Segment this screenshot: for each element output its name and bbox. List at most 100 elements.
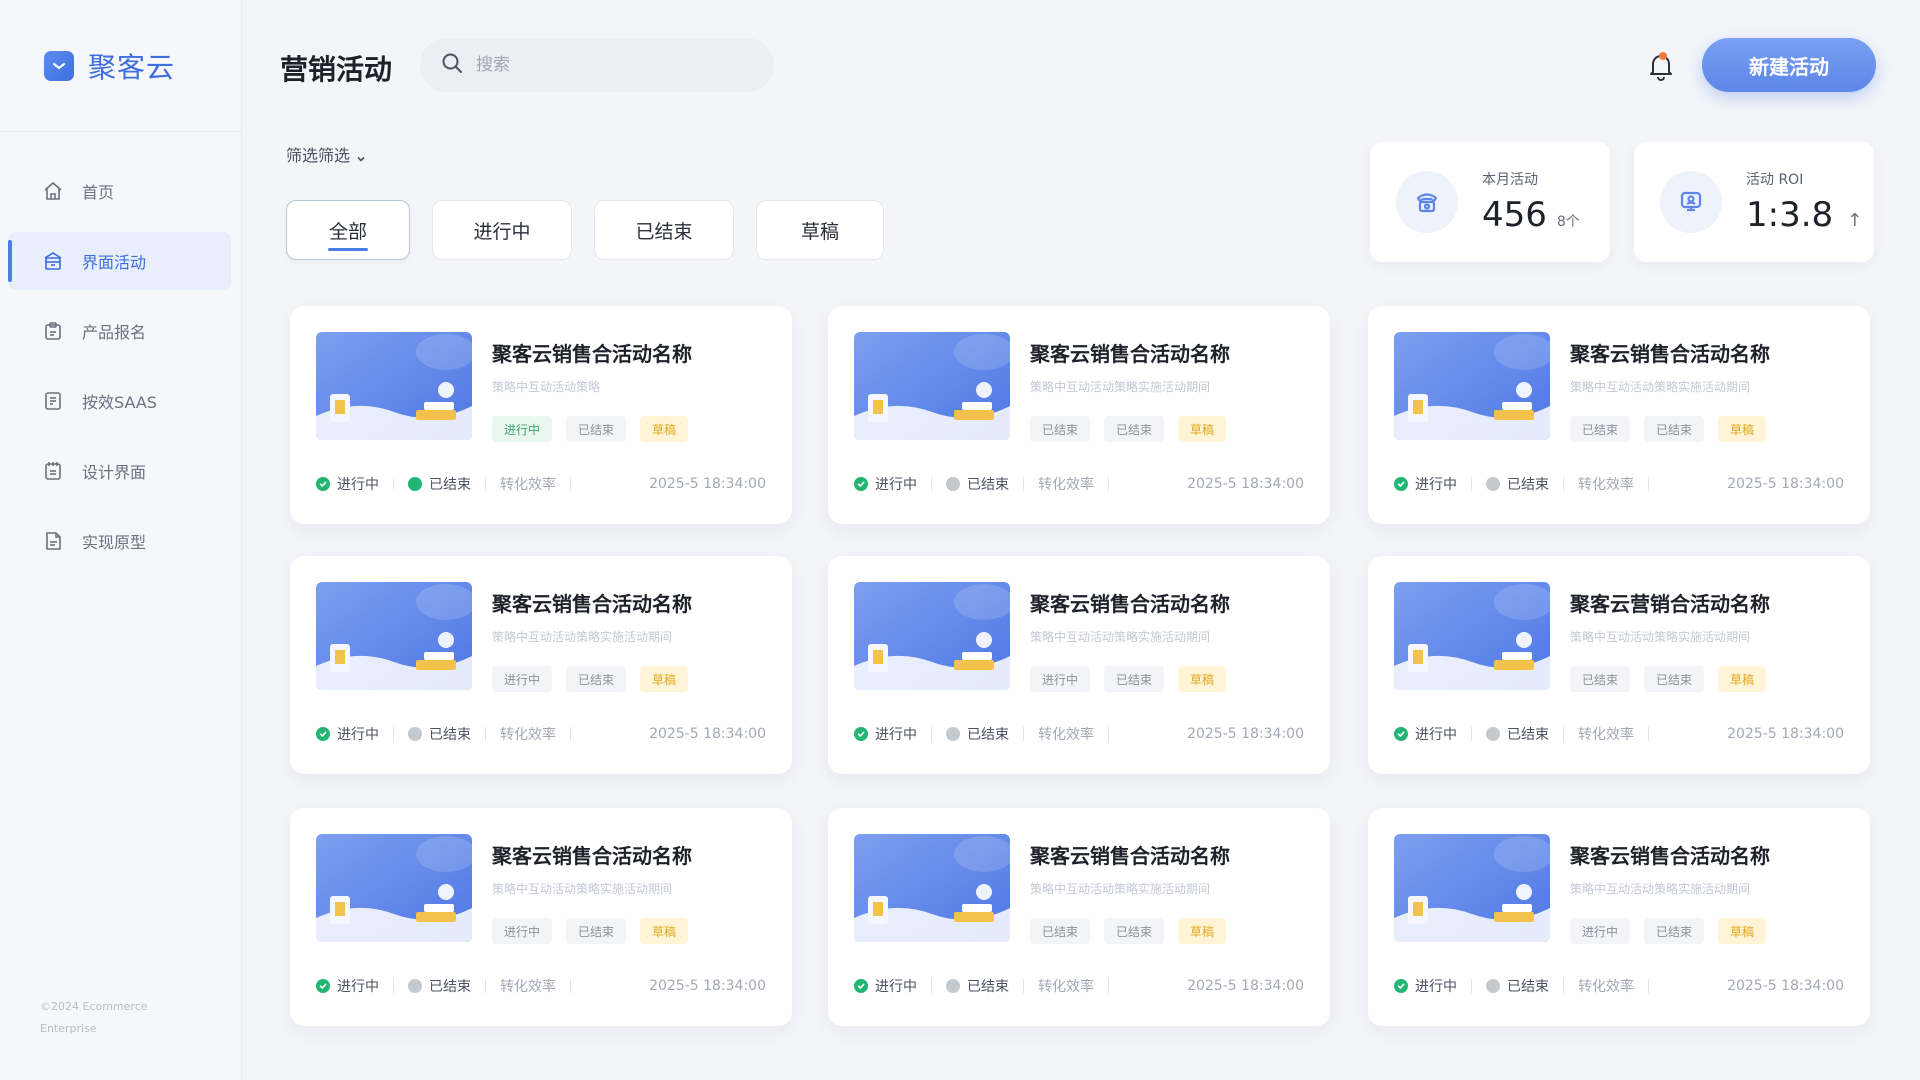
card-tags: 进行中 已结束 草稿 bbox=[492, 666, 702, 692]
tag-badge: 已结束 bbox=[1570, 666, 1631, 692]
phone-icon bbox=[1396, 171, 1458, 233]
tag-badge: 已结束 bbox=[1570, 416, 1631, 442]
status-in-progress: 进行中 bbox=[316, 724, 379, 744]
status-dot-icon bbox=[946, 477, 960, 491]
document-icon bbox=[42, 390, 64, 412]
stat-value: 1:3.8 bbox=[1746, 195, 1834, 235]
activity-card[interactable]: 聚客云销售合活动名称 策略中互动活动策略实施活动期间 进行中 已结束 草稿 进行中 已结束转… bbox=[1368, 808, 1870, 1026]
tag-badge: 草稿 bbox=[640, 918, 689, 944]
search-box[interactable] bbox=[420, 38, 774, 92]
search-input[interactable] bbox=[476, 55, 756, 75]
status-dot-icon bbox=[1486, 727, 1500, 741]
sidebar-item-activities[interactable]: 界面活动 bbox=[8, 232, 231, 290]
divider bbox=[485, 727, 486, 741]
divider bbox=[1471, 979, 1472, 993]
sidebar-item-label: 按效SAAS bbox=[82, 393, 157, 412]
activity-thumbnail bbox=[1394, 332, 1550, 440]
divider bbox=[485, 979, 486, 993]
card-footer: 进行中 已结束 转化效率 2025-5 18:34:00 bbox=[854, 724, 1304, 744]
sidebar-item-home[interactable]: 首页 bbox=[8, 162, 231, 220]
file-icon bbox=[42, 530, 64, 552]
home-icon bbox=[42, 180, 64, 202]
status-in-progress: 进行中 bbox=[1394, 976, 1457, 996]
tab-all[interactable]: 全部 bbox=[286, 200, 410, 260]
monitor-icon bbox=[1660, 171, 1722, 233]
activity-thumbnail bbox=[316, 332, 472, 440]
status-ended: 已结束 bbox=[946, 976, 1009, 996]
sidebar-nav: 首页 界面活动 产品报名 按效SAAS 设计界面 实现原型 bbox=[0, 132, 241, 570]
filter-dropdown[interactable]: 筛选筛选 bbox=[286, 142, 366, 166]
brand-name: 聚客云 bbox=[88, 50, 176, 84]
tag-badge: 草稿 bbox=[1178, 416, 1227, 442]
card-footer: 进行中 已结束 转化效率 2025-5 18:34:00 bbox=[316, 976, 766, 996]
divider bbox=[1563, 477, 1564, 491]
brand[interactable]: 聚客云 bbox=[0, 0, 241, 132]
card-description: 策略中互动活动策略实施活动期间 bbox=[492, 630, 673, 644]
status-dot-icon bbox=[1486, 979, 1500, 993]
tag-badge: 已结束 bbox=[1644, 918, 1705, 944]
card-tags: 已结束 已结束 草稿 bbox=[1030, 918, 1240, 944]
card-description: 策略中互动活动策略实施活动期间 bbox=[492, 882, 673, 896]
new-activity-button[interactable]: 新建活动 bbox=[1702, 38, 1876, 92]
tag-badge: 已结束 bbox=[566, 666, 627, 692]
conversion-rate: 转化效率 bbox=[1038, 727, 1094, 743]
divider bbox=[393, 979, 394, 993]
divider bbox=[931, 727, 932, 741]
divider bbox=[1648, 979, 1649, 993]
sidebar-item-label: 首页 bbox=[82, 183, 115, 202]
conversion-rate: 转化效率 bbox=[1038, 477, 1094, 493]
tag-badge: 草稿 bbox=[1718, 918, 1767, 944]
card-title: 聚客云销售合活动名称 bbox=[1030, 844, 1230, 868]
card-tags: 已结束 已结束 草稿 bbox=[1570, 416, 1780, 442]
activity-card[interactable]: 聚客云销售合活动名称 策略中互动活动策略实施活动期间 进行中 已结束 草稿 进行中 已结束转… bbox=[828, 556, 1330, 774]
divider bbox=[570, 727, 571, 741]
divider bbox=[485, 477, 486, 491]
activity-card[interactable]: 聚客云销售合活动名称 策略中互动活动策略实施活动期间 已结束 已结束 草稿 进行中 已结束转… bbox=[1368, 306, 1870, 524]
status-in-progress: 进行中 bbox=[316, 474, 379, 494]
activity-thumbnail bbox=[854, 332, 1010, 440]
activity-thumbnail bbox=[854, 834, 1010, 942]
activity-card[interactable]: 聚客云销售合活动名称 策略中互动活动策略实施活动期间 进行中 已结束 草稿 进行中 已结束转… bbox=[290, 556, 792, 774]
activity-thumbnail bbox=[316, 834, 472, 942]
sidebar-item-label: 界面活动 bbox=[82, 253, 147, 272]
divider bbox=[1023, 727, 1024, 741]
conversion-rate: 转化效率 bbox=[500, 477, 556, 493]
divider bbox=[1108, 477, 1109, 491]
sidebar: 聚客云 首页 界面活动 产品报名 按效SAAS 设计界面 实现原型 ©2024 … bbox=[0, 0, 242, 1080]
brand-logo-icon bbox=[44, 50, 74, 81]
tab-in-progress[interactable]: 进行中 bbox=[432, 200, 572, 260]
divider bbox=[1471, 477, 1472, 491]
activity-card[interactable]: 聚客云销售合活动名称 策略中互动活动策略实施活动期间 已结束 已结束 草稿 进行中 已结束转… bbox=[828, 808, 1330, 1026]
card-footer: 进行中 已结束 转化效率 2025-5 18:34:00 bbox=[316, 724, 766, 744]
divider bbox=[1023, 477, 1024, 491]
check-circle-icon bbox=[1394, 727, 1408, 741]
activity-card[interactable]: 聚客云销售合活动名称 策略中互动活动策略实施活动期间 已结束 已结束 草稿 进行中 已结束转… bbox=[828, 306, 1330, 524]
sidebar-item-design[interactable]: 设计界面 bbox=[8, 442, 231, 500]
status-dot-icon bbox=[408, 979, 422, 993]
notification-dot bbox=[1659, 52, 1667, 60]
tab-draft[interactable]: 草稿 bbox=[756, 200, 884, 260]
status-in-progress: 进行中 bbox=[854, 976, 917, 996]
card-date: 2025-5 18:34:00 bbox=[1187, 726, 1304, 742]
activity-card[interactable]: 聚客云营销合活动名称 策略中互动活动策略实施活动期间 已结束 已结束 草稿 进行中 已结束转… bbox=[1368, 556, 1870, 774]
card-date: 2025-5 18:34:00 bbox=[649, 978, 766, 994]
activity-card[interactable]: 聚客云销售合活动名称 策略中互动活动策略实施活动期间 进行中 已结束 草稿 进行中 已结束转… bbox=[290, 808, 792, 1026]
sidebar-item-saas[interactable]: 按效SAAS bbox=[8, 372, 231, 430]
check-circle-icon bbox=[1394, 979, 1408, 993]
card-date: 2025-5 18:34:00 bbox=[1727, 476, 1844, 492]
sidebar-item-product-signup[interactable]: 产品报名 bbox=[8, 302, 231, 360]
card-title: 聚客云销售合活动名称 bbox=[1570, 342, 1770, 366]
conversion-rate: 转化效率 bbox=[500, 979, 556, 995]
activity-thumbnail bbox=[1394, 834, 1550, 942]
card-description: 策略中互动活动策略实施活动期间 bbox=[1030, 630, 1211, 644]
sidebar-item-prototype[interactable]: 实现原型 bbox=[8, 512, 231, 570]
tab-ended[interactable]: 已结束 bbox=[594, 200, 734, 260]
divider bbox=[1023, 979, 1024, 993]
notification-bell-icon[interactable] bbox=[1646, 50, 1676, 82]
tag-badge: 已结束 bbox=[1644, 416, 1705, 442]
divider bbox=[393, 477, 394, 491]
status-ended: 已结束 bbox=[946, 724, 1009, 744]
activity-card[interactable]: 聚客云销售合活动名称 策略中互动活动策略 进行中 已结束 草稿 进行中 已结束 转化效率 202… bbox=[290, 306, 792, 524]
tag-badge: 进行中 bbox=[1030, 666, 1091, 692]
tag-badge: 已结束 bbox=[1104, 918, 1165, 944]
